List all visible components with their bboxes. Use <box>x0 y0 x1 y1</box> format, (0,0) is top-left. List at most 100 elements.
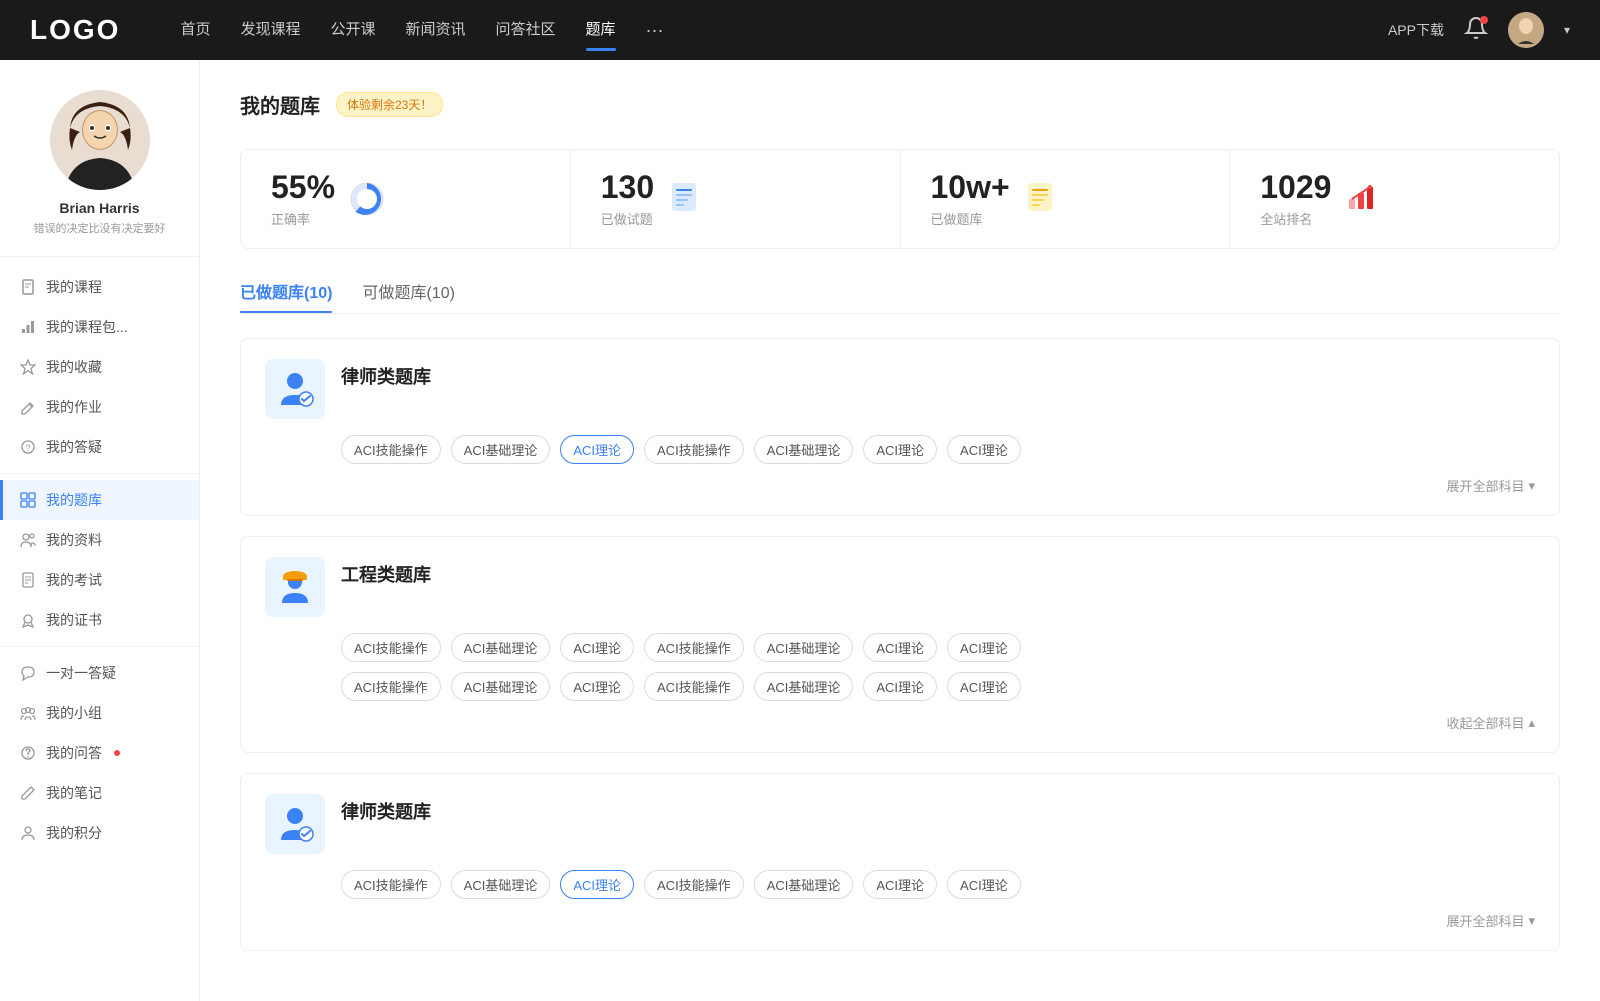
sidebar-item-my-qa[interactable]: 我的问答 <box>0 733 199 773</box>
profile-motto: 错误的决定比没有决定要好 <box>34 220 166 236</box>
topic-icon-engineer <box>265 557 325 617</box>
eng-tag-11[interactable]: ACI基础理论 <box>754 672 854 701</box>
doc-orange-icon <box>1024 181 1056 213</box>
stat-done-banks-label: 已做题库 <box>931 209 1010 228</box>
eng-tag-9[interactable]: ACI理论 <box>560 672 634 701</box>
tab-available-banks[interactable]: 可做题库(10) <box>362 279 454 313</box>
message-circle-icon <box>20 665 36 681</box>
main-nav: 首页 发现课程 公开课 新闻资讯 问答社区 题库 ··· <box>180 18 1388 43</box>
stat-accuracy-label: 正确率 <box>271 209 335 228</box>
topic-card-engineer: 工程类题库 ACI技能操作 ACI基础理论 ACI理论 ACI技能操作 ACI基… <box>240 536 1560 753</box>
engineer-icon <box>273 565 317 609</box>
stat-global-rank-label: 全站排名 <box>1260 209 1331 228</box>
tab-done-banks[interactable]: 已做题库(10) <box>240 279 332 313</box>
file-text-icon <box>20 572 36 588</box>
star-icon <box>20 359 36 375</box>
stat-done-questions-value: 130 <box>601 170 654 205</box>
sidebar-item-profile-data[interactable]: 我的资料 <box>0 520 199 560</box>
sidebar-item-notes[interactable]: 我的笔记 <box>0 773 199 813</box>
sidebar-item-points[interactable]: 我的积分 <box>0 813 199 853</box>
eng-tag-8[interactable]: ACI基础理论 <box>451 672 551 701</box>
eng-tag-6[interactable]: ACI理论 <box>947 633 1021 662</box>
topic-title-lawyer-2: 律师类题库 <box>341 794 431 824</box>
user-group-icon <box>20 705 36 721</box>
eng-tag-5[interactable]: ACI理论 <box>863 633 937 662</box>
nav-more[interactable]: ··· <box>646 20 664 41</box>
tag-0[interactable]: ACI技能操作 <box>341 435 441 464</box>
eng-tag-12[interactable]: ACI理论 <box>863 672 937 701</box>
topic-card-header-3: 律师类题库 <box>265 794 1535 854</box>
nav-home[interactable]: 首页 <box>180 18 210 43</box>
law2-tag-6[interactable]: ACI理论 <box>947 870 1021 899</box>
stat-done-questions-icon <box>668 181 704 217</box>
svg-text:?: ? <box>25 443 30 453</box>
law2-tag-2[interactable]: ACI理论 <box>560 870 634 899</box>
eng-tag-10[interactable]: ACI技能操作 <box>644 672 744 701</box>
page-header: 我的题库 体验剩余23天！ <box>240 90 1560 119</box>
sidebar-item-group[interactable]: 我的小组 <box>0 693 199 733</box>
nav-discover[interactable]: 发现课程 <box>240 18 300 43</box>
sidebar-item-course-package[interactable]: 我的课程包... <box>0 307 199 347</box>
tag-4[interactable]: ACI基础理论 <box>754 435 854 464</box>
tag-2[interactable]: ACI理论 <box>560 435 634 464</box>
menu-divider-1 <box>0 473 199 474</box>
topic-title-engineer: 工程类题库 <box>341 557 431 587</box>
stat-done-banks: 10w+ 已做题库 <box>901 150 1231 248</box>
nav-open-course[interactable]: 公开课 <box>330 18 375 43</box>
tag-3[interactable]: ACI技能操作 <box>644 435 744 464</box>
bar-chart-icon <box>20 319 36 335</box>
profile-avatar[interactable] <box>50 90 150 190</box>
sidebar-item-one-on-one[interactable]: 一对一答疑 <box>0 653 199 693</box>
eng-tag-13[interactable]: ACI理论 <box>947 672 1021 701</box>
law2-tag-4[interactable]: ACI基础理论 <box>754 870 854 899</box>
sidebar-item-my-course[interactable]: 我的课程 <box>0 267 199 307</box>
eng-tag-1[interactable]: ACI基础理论 <box>451 633 551 662</box>
nav-news[interactable]: 新闻资讯 <box>406 18 466 43</box>
file-icon <box>20 279 36 295</box>
expand-btn-engineer[interactable]: 收起全部科目 ▴ <box>1446 713 1535 732</box>
help-circle-2-icon <box>20 745 36 761</box>
topic-icon-lawyer-1 <box>265 359 325 419</box>
nav-qa[interactable]: 问答社区 <box>496 18 556 43</box>
sidebar-item-question-bank[interactable]: 我的题库 <box>0 480 199 520</box>
sidebar-item-qa[interactable]: ? 我的答疑 <box>0 427 199 467</box>
eng-tag-2[interactable]: ACI理论 <box>560 633 634 662</box>
law2-tag-3[interactable]: ACI技能操作 <box>644 870 744 899</box>
eng-tag-0[interactable]: ACI技能操作 <box>341 633 441 662</box>
law2-tag-5[interactable]: ACI理论 <box>863 870 937 899</box>
header-right: APP下载 ▾ <box>1388 12 1570 48</box>
expand-btn-lawyer-1[interactable]: 展开全部科目 ▾ <box>1446 476 1535 495</box>
sidebar-item-certificate[interactable]: 我的证书 <box>0 600 199 640</box>
sidebar-item-favorites[interactable]: 我的收藏 <box>0 347 199 387</box>
users-icon <box>20 532 36 548</box>
stat-global-rank-value: 1029 <box>1260 170 1331 205</box>
tag-5[interactable]: ACI理论 <box>863 435 937 464</box>
law2-tag-0[interactable]: ACI技能操作 <box>341 870 441 899</box>
pencil-icon <box>20 785 36 801</box>
avatar-image <box>1508 12 1544 48</box>
topic-card-lawyer-2: 律师类题库 ACI技能操作 ACI基础理论 ACI理论 ACI技能操作 ACI基… <box>240 773 1560 951</box>
notification-bell[interactable] <box>1464 16 1488 45</box>
user-menu-chevron[interactable]: ▾ <box>1564 23 1570 37</box>
expand-btn-lawyer-2[interactable]: 展开全部科目 ▾ <box>1446 911 1535 930</box>
page-title: 我的题库 <box>240 90 320 119</box>
eng-tag-3[interactable]: ACI技能操作 <box>644 633 744 662</box>
logo[interactable]: LOGO <box>30 14 120 46</box>
topic-card-lawyer-1: 律师类题库 ACI技能操作 ACI基础理论 ACI理论 ACI技能操作 ACI基… <box>240 338 1560 516</box>
sidebar-item-exam[interactable]: 我的考试 <box>0 560 199 600</box>
sidebar-profile: Brian Harris 错误的决定比没有决定要好 <box>0 80 199 257</box>
eng-tag-7[interactable]: ACI技能操作 <box>341 672 441 701</box>
topic-tags-engineer-row2: ACI技能操作 ACI基础理论 ACI理论 ACI技能操作 ACI基础理论 AC… <box>265 672 1535 701</box>
doc-blue-icon <box>668 181 700 213</box>
nav-question-bank[interactable]: 题库 <box>586 18 616 43</box>
tag-1[interactable]: ACI基础理论 <box>451 435 551 464</box>
lawyer-icon-2 <box>273 802 317 846</box>
stat-done-questions-label: 已做试题 <box>601 209 654 228</box>
eng-tag-4[interactable]: ACI基础理论 <box>754 633 854 662</box>
user-avatar[interactable] <box>1508 12 1544 48</box>
law2-tag-1[interactable]: ACI基础理论 <box>451 870 551 899</box>
sidebar-item-homework[interactable]: 我的作业 <box>0 387 199 427</box>
tag-6[interactable]: ACI理论 <box>947 435 1021 464</box>
app-download-link[interactable]: APP下载 <box>1388 20 1444 40</box>
stat-accuracy-icon <box>349 181 385 217</box>
